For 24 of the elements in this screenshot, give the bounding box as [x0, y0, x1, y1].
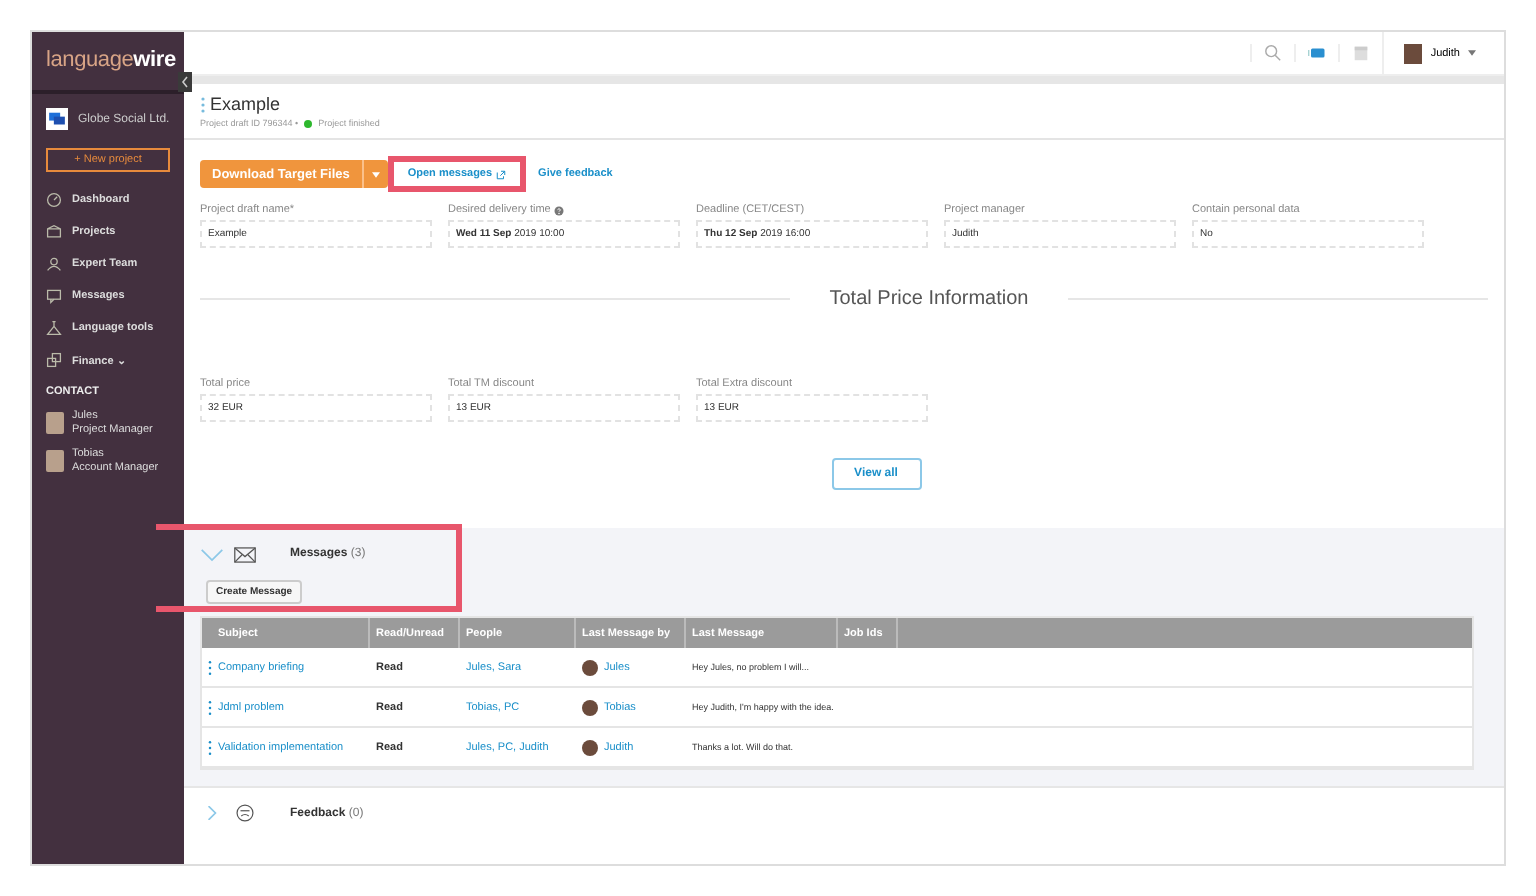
status-dot — [304, 119, 313, 127]
collapse-tab[interactable] — [178, 72, 192, 92]
highlight-frame — [387, 156, 527, 192]
external-link-icon — [496, 169, 507, 179]
face-icon — [234, 804, 256, 822]
box-icon — [46, 224, 62, 240]
people-icon — [46, 256, 62, 272]
help-icon[interactable] — [554, 205, 565, 215]
chat-icon — [46, 288, 62, 304]
avatar — [582, 659, 598, 675]
section-title: Total Price Information — [789, 287, 1069, 309]
project-title: Example — [210, 94, 281, 114]
avatar — [46, 450, 64, 473]
drag-handle-icon — [200, 95, 206, 113]
flask-icon — [46, 320, 62, 336]
coins-icon — [46, 352, 62, 368]
caret-icon — [371, 171, 380, 177]
company-logo-icon — [46, 108, 68, 130]
envelope-icon — [234, 545, 256, 563]
avatar — [582, 699, 598, 715]
gauge-icon — [46, 192, 62, 208]
avatar — [46, 412, 64, 435]
avatar — [582, 739, 598, 755]
caret-icon — [1468, 50, 1476, 56]
